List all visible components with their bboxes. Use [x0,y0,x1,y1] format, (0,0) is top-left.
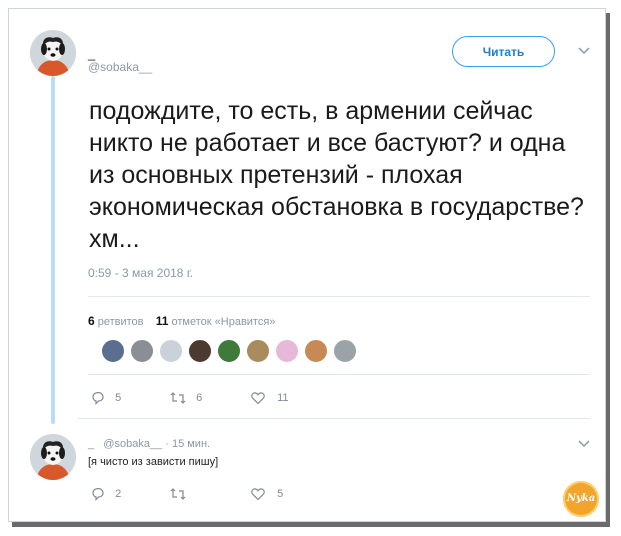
reply-action[interactable]: 5 [90,390,121,406]
thread-line [51,76,55,424]
liker-avatar[interactable] [304,339,328,363]
divider [78,418,590,419]
heart-icon [251,488,265,501]
liker-avatar[interactable] [275,339,299,363]
avatar[interactable] [30,30,76,76]
reply-like-action[interactable]: 5 [250,486,283,502]
liker-avatar[interactable] [188,339,212,363]
dog-avatar-image [30,30,76,76]
follow-button[interactable]: Читать [452,36,555,67]
like-action[interactable]: 11 [250,390,288,406]
reply-display-name[interactable]: _ [88,438,94,450]
retweet-count: 6 [196,391,203,404]
watermark-logo: Nyka [563,481,599,517]
retweet-icon [170,488,186,500]
liker-avatar[interactable] [217,339,241,363]
likes-label[interactable]: отметок «Нравится» [172,316,276,328]
handle[interactable]: @sobaka__ [88,60,152,74]
reply-avatar[interactable] [30,434,76,480]
tweet-text: подождите, то есть, в армении сейчас ник… [89,97,584,253]
divider [88,374,590,375]
divider [88,296,590,297]
reply-handle-time[interactable]: @sobaka__ · 15 мин. [103,438,210,450]
retweet-action[interactable]: 6 [169,390,202,406]
liker-avatar[interactable] [130,339,154,363]
chevron-down-icon[interactable] [578,440,590,448]
like-count: 11 [277,391,289,404]
liker-avatar[interactable] [159,339,183,363]
reply-count: 5 [115,391,122,404]
engagement-stats: 6 ретвитов 11 отметок «Нравится» [88,314,275,328]
reply-text: [я чисто из зависти пишу] [88,456,219,468]
liker-avatar[interactable] [246,339,270,363]
liker-avatar[interactable] [101,339,125,363]
reply-reply-count: 2 [115,487,122,500]
reply-icon [92,487,104,501]
retweets-count[interactable]: 6 [88,314,95,328]
retweet-icon [170,392,186,404]
likes-count[interactable]: 11 [156,314,169,328]
reply-like-count: 5 [277,487,284,500]
reply-retweet-action[interactable] [169,486,193,502]
heart-icon [251,392,265,405]
timestamp[interactable]: 0:59 - 3 мая 2018 г. [88,266,193,280]
display-name[interactable]: _ [88,46,95,61]
liker-avatar[interactable] [333,339,357,363]
chevron-down-icon[interactable] [578,47,590,55]
retweets-label[interactable]: ретвитов [98,316,144,328]
reply-icon [92,391,104,405]
dog-avatar-image [30,434,76,480]
reply-header: _ @sobaka__ · 15 мин. [88,438,210,450]
reply-reply-action[interactable]: 2 [90,486,121,502]
